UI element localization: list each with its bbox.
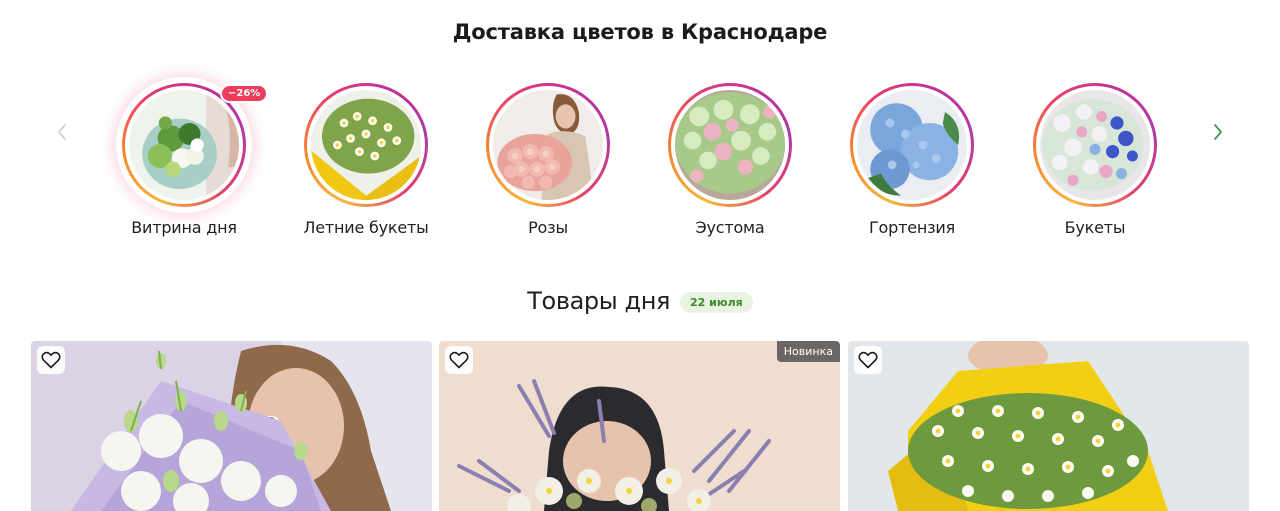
- product-card[interactable]: [31, 341, 432, 511]
- category-image: [675, 90, 785, 200]
- product-image: [848, 341, 1249, 511]
- product-image: [31, 341, 432, 511]
- category-bouquets[interactable]: Букеты: [1005, 80, 1185, 240]
- category-label: Гортензия: [868, 218, 956, 237]
- category-image: [1040, 90, 1150, 200]
- new-badge: Новинка: [776, 341, 840, 362]
- category-ring: [486, 83, 610, 207]
- category-roses[interactable]: Розы: [458, 80, 638, 240]
- category-label: Эустома: [695, 218, 765, 237]
- favorite-button[interactable]: [854, 346, 882, 374]
- category-image: [129, 90, 239, 200]
- favorite-button[interactable]: [37, 346, 65, 374]
- category-label: Летние букеты: [303, 218, 429, 237]
- category-image: [311, 90, 421, 200]
- category-label: Розы: [528, 218, 568, 237]
- category-ring: [1033, 83, 1157, 207]
- product-grid: Новинка: [31, 341, 1249, 511]
- category-ring: [850, 83, 974, 207]
- product-card[interactable]: [848, 341, 1249, 511]
- category-showcase[interactable]: −26% Витрина дня: [94, 80, 274, 240]
- favorite-button[interactable]: [445, 346, 473, 374]
- discount-badge: −26%: [220, 84, 269, 103]
- category-eustoma[interactable]: Эустома: [640, 80, 820, 240]
- product-card[interactable]: Новинка: [439, 341, 840, 511]
- category-label: Витрина дня: [131, 218, 237, 237]
- category-ring: [668, 83, 792, 207]
- product-image: [439, 341, 840, 511]
- date-badge: 22 июля: [680, 291, 753, 313]
- section-title: Товары дня: [527, 287, 671, 315]
- category-ring: [304, 83, 428, 207]
- heart-outline-icon: [858, 351, 878, 369]
- category-image: [493, 90, 603, 200]
- page-title: Доставка цветов в Краснодаре: [452, 20, 828, 44]
- category-carousel: −26% Витрина дня Летние букеты Розы Эуст…: [0, 80, 1280, 240]
- category-label: Букеты: [1064, 218, 1126, 237]
- category-image: [857, 90, 967, 200]
- products-section-header: Товары дня 22 июля: [0, 284, 1280, 318]
- category-summer-bouquets[interactable]: Летние букеты: [276, 80, 456, 240]
- category-hydrangea[interactable]: Гортензия: [822, 80, 1002, 240]
- heart-outline-icon: [449, 351, 469, 369]
- heart-outline-icon: [41, 351, 61, 369]
